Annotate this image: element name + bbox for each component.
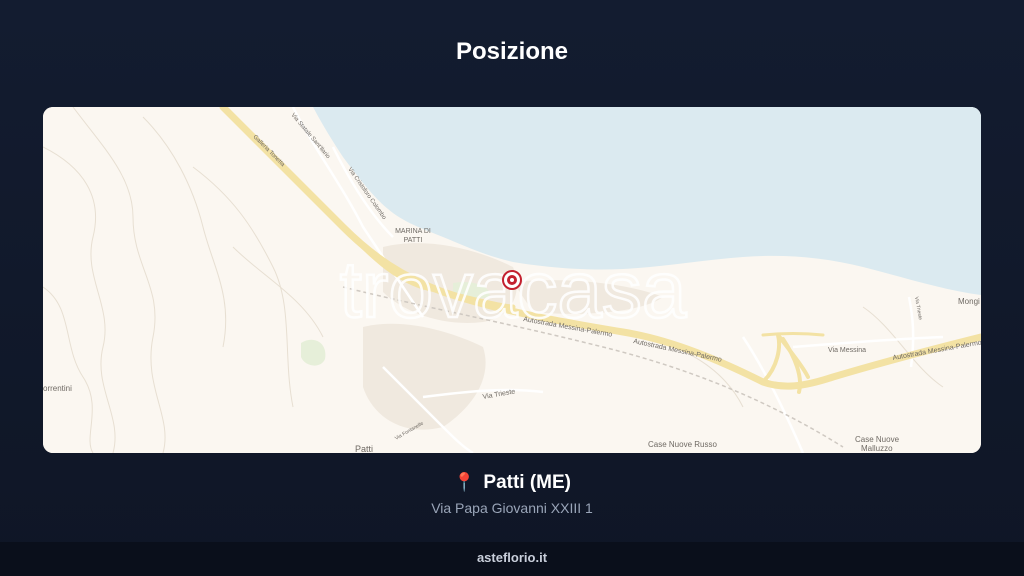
- map[interactable]: trovacasa MARINA DI PATTI Mongi Via Mess…: [43, 107, 981, 453]
- label-sorrentini: orrentini: [43, 384, 72, 393]
- label-via-messina: Via Messina: [828, 347, 866, 354]
- pin-icon: 📍: [452, 472, 476, 492]
- footer-site[interactable]: asteflorio.it: [477, 550, 547, 565]
- page-title: Posizione: [455, 38, 569, 65]
- location-title: 📍 Patti (ME): [0, 472, 1024, 494]
- label-mongi: Mongi: [958, 297, 980, 306]
- label-marina: MARINA DI: [395, 228, 431, 235]
- location-marker[interactable]: [502, 270, 522, 290]
- label-malluzzo: Malluzzo: [861, 444, 893, 453]
- label-case-nuove: Case Nuove: [855, 435, 900, 444]
- location-address: Via Papa Giovanni XXIII 1: [431, 500, 593, 516]
- label-marina-2: PATTI: [404, 237, 423, 244]
- label-case-nuove-russo: Case Nuove Russo: [648, 440, 717, 449]
- footer: asteflorio.it: [0, 542, 1024, 576]
- label-patti: Patti: [355, 444, 373, 453]
- location-name: Patti (ME): [483, 472, 572, 493]
- map-canvas[interactable]: trovacasa MARINA DI PATTI Mongi Via Mess…: [43, 107, 981, 453]
